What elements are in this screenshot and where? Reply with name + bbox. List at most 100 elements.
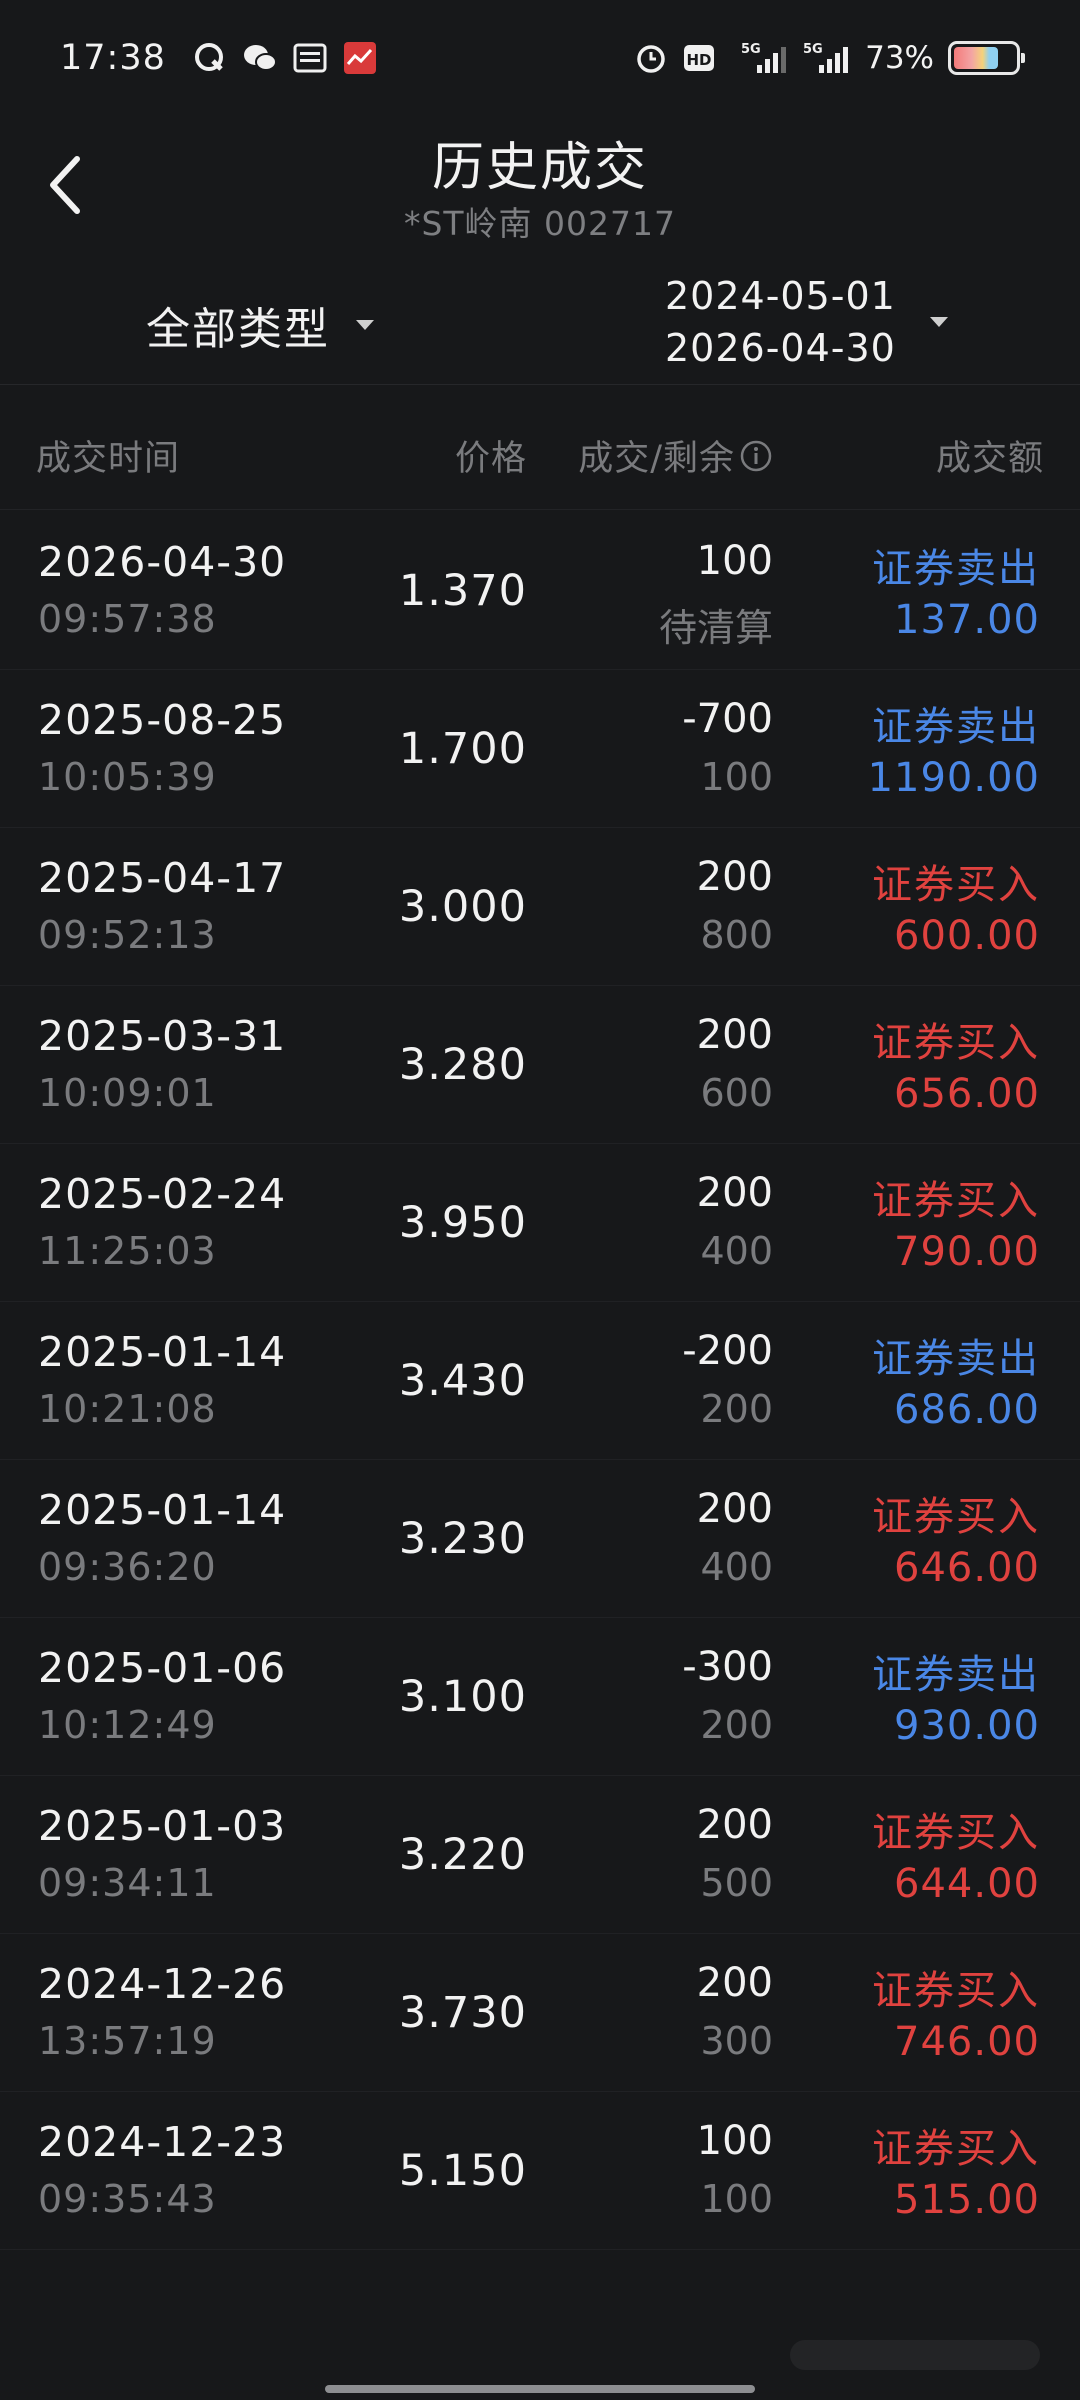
type-filter-dropdown[interactable]: 全部类型 <box>146 293 374 357</box>
trade-type: 证券卖出 <box>872 546 1040 592</box>
type-filter-label: 全部类型 <box>146 304 330 355</box>
trade-amount: 137.00 <box>894 597 1040 643</box>
trade-row[interactable]: 2025-08-25 10:05:39 1.700 -700 100 证券卖出 1190.0… <box>0 670 1080 828</box>
trade-remain: 100 <box>700 755 773 799</box>
trade-price: 1.370 <box>398 566 527 616</box>
trade-remain: 200 <box>700 1387 773 1431</box>
trade-row[interactable]: 2025-02-24 11:25:03 3.950 200 400 证券买入 790.00 <box>0 1144 1080 1302</box>
trade-remain: 300 <box>700 2019 773 2063</box>
status-bar: 17:38 HD 5G 5G 73% <box>0 0 1080 115</box>
filter-row: 全部类型 2024-05-01 2026-04-30 <box>0 265 1080 385</box>
trade-amount: 646.00 <box>894 1545 1040 1591</box>
trade-remain: 400 <box>700 1545 773 1589</box>
trade-type: 证券买入 <box>872 1968 1040 2014</box>
trade-qty: -700 <box>682 696 773 742</box>
status-bar-left: 17:38 <box>60 38 378 78</box>
cellular-signal-icon: 5G <box>741 40 789 76</box>
trade-row[interactable]: 2025-01-06 10:12:49 3.100 -300 200 证券卖出 930.00 <box>0 1618 1080 1776</box>
trade-qty: 200 <box>696 854 773 900</box>
trade-type: 证券卖出 <box>872 1336 1040 1382</box>
trade-amount: 790.00 <box>894 1229 1040 1275</box>
trade-time: 09:35:43 <box>38 2177 217 2221</box>
trade-amount: 644.00 <box>894 1861 1040 1907</box>
battery-icon <box>948 40 1025 75</box>
trade-qty: 200 <box>696 1960 773 2006</box>
home-indicator[interactable] <box>325 2385 755 2393</box>
trade-remain: 200 <box>700 1703 773 1747</box>
trade-remain: 500 <box>700 1861 773 1905</box>
stock-subtitle: *ST岭南 002717 <box>403 204 677 243</box>
svg-text:HD: HD <box>687 51 712 69</box>
cellular-signal-2-icon: 5G <box>803 40 851 76</box>
column-headers: 成交时间 价格 成交/剩余 成交额 <box>0 400 1080 510</box>
trade-time: 09:34:11 <box>38 1861 217 1905</box>
trade-date: 2026-04-30 <box>38 538 287 586</box>
trade-time: 09:36:20 <box>38 1545 217 1589</box>
hd-signal-icon: HD <box>683 40 727 76</box>
trade-type: 证券买入 <box>872 1178 1040 1224</box>
trade-remain: 400 <box>700 1229 773 1273</box>
trade-row[interactable]: 2025-03-31 10:09:01 3.280 200 600 证券买入 656.00 <box>0 986 1080 1144</box>
trade-date: 2025-01-14 <box>38 1486 287 1534</box>
news-app-icon <box>292 40 328 76</box>
trade-price: 3.100 <box>398 1672 527 1722</box>
trade-type: 证券买入 <box>872 1810 1040 1856</box>
trade-qty: 200 <box>696 1802 773 1848</box>
trade-price: 3.230 <box>398 1514 527 1564</box>
trade-type: 证券买入 <box>872 862 1040 908</box>
status-time: 17:38 <box>60 37 166 78</box>
trade-amount: 656.00 <box>894 1071 1040 1117</box>
trade-qty: 200 <box>696 1486 773 1532</box>
column-header-qty-label: 成交/剩余 <box>578 439 735 479</box>
trade-time: 11:25:03 <box>38 1229 217 1273</box>
trade-price: 3.000 <box>398 882 527 932</box>
column-header-time: 成交时间 <box>36 439 181 479</box>
trade-date: 2024-12-26 <box>38 1960 287 2008</box>
trade-list: 2026-04-30 09:57:38 1.370 100 待清算 证券卖出 137.00 2… <box>0 512 1080 2250</box>
info-icon[interactable] <box>739 439 773 473</box>
trade-type: 证券买入 <box>872 1020 1040 1066</box>
column-header-qty: 成交/剩余 <box>578 430 773 481</box>
trade-remain: 600 <box>700 1071 773 1115</box>
trade-qty: 100 <box>696 538 773 584</box>
trade-qty: -300 <box>682 1644 773 1690</box>
date-end: 2026-04-30 <box>665 326 896 370</box>
trade-row[interactable]: 2026-04-30 09:57:38 1.370 100 待清算 证券卖出 137.00 <box>0 512 1080 670</box>
date-range-dropdown[interactable]: 2024-05-01 2026-04-30 <box>665 273 948 371</box>
svg-text:5G: 5G <box>741 42 761 57</box>
trade-remain: 100 <box>700 2177 773 2221</box>
trade-row[interactable]: 2024-12-26 13:57:19 3.730 200 300 证券买入 746.00 <box>0 1934 1080 2092</box>
caret-down-icon <box>356 320 374 330</box>
trade-date: 2025-01-14 <box>38 1328 287 1376</box>
trade-price: 3.430 <box>398 1356 527 1406</box>
trade-date: 2024-12-23 <box>38 2118 287 2166</box>
trade-time: 10:12:49 <box>38 1703 217 1747</box>
trade-time: 10:21:08 <box>38 1387 217 1431</box>
trade-amount: 930.00 <box>894 1703 1040 1749</box>
trade-row[interactable]: 2024-12-23 09:35:43 5.150 100 100 证券买入 515.00 <box>0 2092 1080 2250</box>
wechat-icon <box>242 40 278 76</box>
trade-price: 1.700 <box>398 724 527 774</box>
trade-time: 10:09:01 <box>38 1071 217 1115</box>
trade-price: 3.730 <box>398 1988 527 2038</box>
column-header-amount: 成交额 <box>935 439 1044 479</box>
trade-type: 证券卖出 <box>872 1652 1040 1698</box>
trade-remain: 800 <box>700 913 773 957</box>
trade-qty: 200 <box>696 1012 773 1058</box>
trade-type: 证券卖出 <box>872 704 1040 750</box>
date-start: 2024-05-01 <box>665 274 896 318</box>
trade-row[interactable]: 2025-01-14 09:36:20 3.230 200 400 证券买入 646.00 <box>0 1460 1080 1618</box>
trade-row[interactable]: 2025-04-17 09:52:13 3.000 200 800 证券买入 600.00 <box>0 828 1080 986</box>
column-header-price: 价格 <box>454 439 527 479</box>
trade-row[interactable]: 2025-01-03 09:34:11 3.220 200 500 证券买入 644.00 <box>0 1776 1080 1934</box>
trade-row[interactable]: 2025-01-14 10:21:08 3.430 -200 200 证券卖出 686.00 <box>0 1302 1080 1460</box>
trade-amount: 600.00 <box>894 913 1040 959</box>
trade-qty: -200 <box>682 1328 773 1374</box>
trade-amount: 515.00 <box>894 2177 1040 2223</box>
trade-date: 2025-03-31 <box>38 1012 287 1060</box>
alarm-icon <box>633 40 669 76</box>
trade-date: 2025-08-25 <box>38 696 287 744</box>
trade-type: 证券买入 <box>872 1494 1040 1540</box>
trade-time: 13:57:19 <box>38 2019 217 2063</box>
trade-date: 2025-04-17 <box>38 854 287 902</box>
